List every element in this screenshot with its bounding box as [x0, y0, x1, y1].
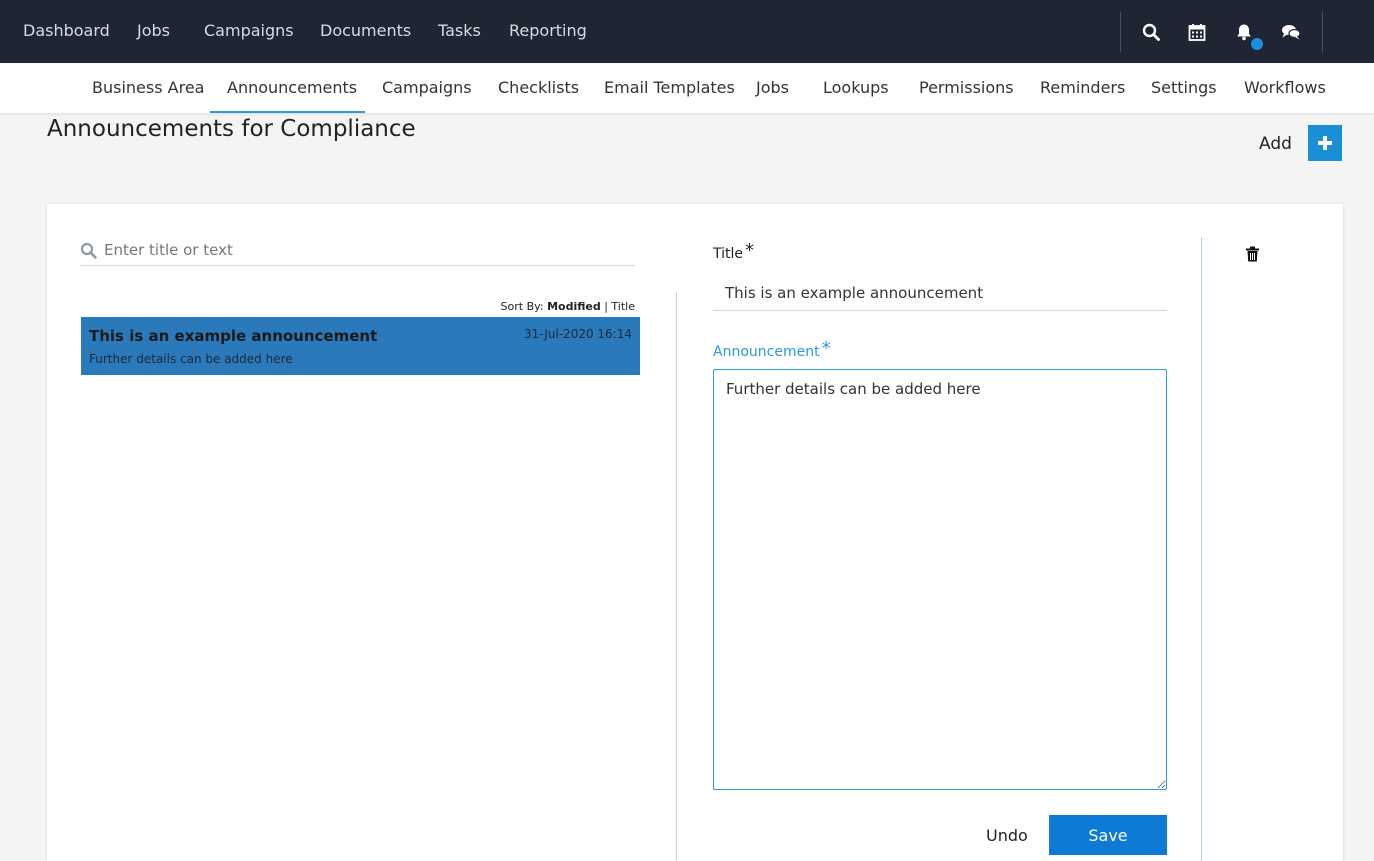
nav-dashboard[interactable]: Dashboard	[23, 21, 110, 40]
undo-button[interactable]: Undo	[986, 826, 1028, 845]
list-item-date: 31-Jul-2020 16:14	[523, 327, 632, 341]
subnav-settings[interactable]: Settings	[1151, 78, 1217, 97]
subnav-email-templates[interactable]: Email Templates	[604, 78, 735, 97]
save-button[interactable]: Save	[1049, 815, 1167, 855]
add-button[interactable]	[1308, 125, 1342, 161]
top-navigation-bar: Dashboard Jobs Campaigns Documents Tasks…	[0, 0, 1374, 63]
search-icon[interactable]	[1142, 23, 1162, 43]
settings-subnav: Business Area Announcements Campaigns Ch…	[0, 63, 1374, 114]
search-input[interactable]	[104, 238, 624, 262]
subnav-announcements[interactable]: Announcements	[227, 78, 357, 97]
announcement-textarea[interactable]: Further details can be added here	[713, 369, 1167, 790]
nav-documents[interactable]: Documents	[320, 21, 411, 40]
subnav-campaigns[interactable]: Campaigns	[382, 78, 472, 97]
panel-divider	[1201, 237, 1202, 861]
active-tab-indicator	[210, 111, 365, 113]
subnav-checklists[interactable]: Checklists	[498, 78, 579, 97]
sort-title-link[interactable]: Title	[611, 300, 635, 313]
trash-icon[interactable]	[1245, 246, 1260, 262]
list-item-title: This is an example announcement	[89, 327, 378, 345]
subnav-lookups[interactable]: Lookups	[823, 78, 889, 97]
calendar-icon[interactable]	[1188, 23, 1208, 43]
subnav-workflows[interactable]: Workflows	[1244, 78, 1326, 97]
search-icon	[80, 242, 98, 260]
subnav-permissions[interactable]: Permissions	[919, 78, 1014, 97]
sort-by-label: Sort By:	[500, 300, 544, 313]
title-label: Title *	[713, 240, 755, 262]
nav-campaigns[interactable]: Campaigns	[204, 21, 294, 40]
subnav-business-area[interactable]: Business Area	[92, 78, 204, 97]
title-field[interactable]	[713, 276, 1167, 311]
nav-reporting[interactable]: Reporting	[509, 21, 587, 40]
add-label[interactable]: Add	[1259, 134, 1292, 154]
announcement-label: Announcement *	[713, 338, 831, 360]
divider	[1322, 12, 1323, 52]
subnav-jobs[interactable]: Jobs	[756, 78, 789, 97]
divider	[1120, 12, 1121, 52]
notification-badge	[1251, 38, 1263, 50]
list-item-summary: Further details can be added here	[89, 352, 293, 366]
subnav-reminders[interactable]: Reminders	[1040, 78, 1125, 97]
sort-by-control: Sort By: Modified | Title	[480, 300, 635, 313]
search-box	[80, 236, 635, 266]
nav-jobs[interactable]: Jobs	[137, 21, 170, 40]
panel-divider	[676, 292, 677, 861]
nav-tasks[interactable]: Tasks	[438, 21, 481, 40]
chat-icon[interactable]	[1281, 23, 1301, 43]
announcement-list-item[interactable]: This is an example announcement Further …	[81, 317, 640, 375]
sort-modified-link[interactable]: Modified	[547, 300, 601, 313]
sort-separator: |	[604, 300, 608, 313]
page-title: Announcements for Compliance	[47, 116, 416, 142]
